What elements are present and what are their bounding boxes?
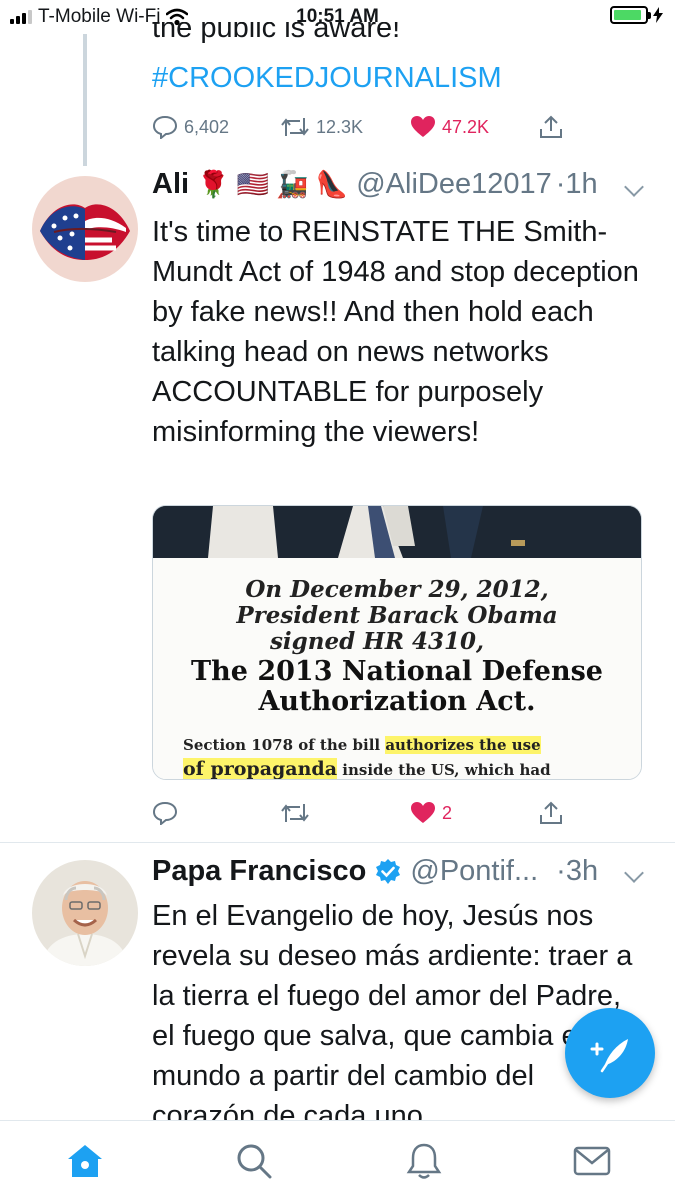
media-line-2: President Barack Obama: [236, 602, 558, 629]
avatar[interactable]: [32, 860, 138, 966]
like-button[interactable]: 2: [410, 796, 452, 830]
tab-home[interactable]: [65, 1141, 105, 1181]
media-line-4: The 2013 National Defense: [191, 656, 603, 687]
media-line-5: Authorization Act.: [258, 686, 536, 717]
reply-button[interactable]: 6,402: [152, 110, 229, 144]
tab-search[interactable]: [234, 1141, 274, 1181]
heart-filled-icon: [411, 116, 435, 137]
chevron-down-icon[interactable]: [624, 177, 644, 197]
media-section-line-1: Section 1078 of the bill authorizes the …: [183, 736, 541, 754]
chevron-down-icon[interactable]: [624, 863, 644, 883]
user-handle[interactable]: @Pontif...: [410, 855, 538, 888]
like-button[interactable]: 47.2K: [410, 110, 489, 144]
reply-icon: [152, 115, 178, 139]
tweet-1-actions: 6,402 12.3K 47.2K: [152, 110, 572, 144]
reply-icon: [152, 801, 178, 825]
media-section-post: inside the US, which had: [337, 761, 551, 779]
bottom-tab-bar: [0, 1120, 675, 1200]
reply-button[interactable]: [152, 796, 178, 830]
like-count: 2: [442, 802, 453, 823]
user-handle[interactable]: @AliDee12017: [356, 168, 552, 201]
retweet-button[interactable]: [280, 796, 310, 830]
notifications-icon: [406, 1143, 442, 1179]
media-photo-strip: [153, 506, 641, 558]
verified-badge-icon: [376, 858, 401, 884]
tweet-3-text: En el Evangelio de hoy, Jesús nos revela…: [152, 900, 633, 1120]
like-count: 47.2K: [442, 116, 490, 137]
avatar-flag-lips-image: [32, 176, 138, 282]
name-emoji: 🌹 🇺🇸 🚂 👠: [197, 169, 349, 199]
tweet-2-actions: 2: [152, 796, 572, 830]
reply-count: 6,402: [184, 116, 230, 137]
media-section-highlight-1: authorizes the use: [385, 736, 541, 754]
messages-icon: [573, 1146, 611, 1176]
heart-filled-icon: [411, 802, 435, 823]
tweet-3-header: Papa Francisco @Pontif... ·3h: [152, 855, 598, 888]
charging-bolt-icon: [653, 7, 663, 23]
avatar-portrait-image: [32, 860, 138, 966]
compose-tweet-button[interactable]: [565, 1008, 655, 1098]
display-name[interactable]: Ali: [152, 168, 189, 201]
avatar[interactable]: [32, 176, 138, 282]
media-section-highlight-2: of propaganda: [183, 758, 338, 780]
tweet-1-text-end: the public is aware!: [152, 22, 401, 44]
tweet-divider: [0, 842, 675, 843]
tweet-timestamp: ·1h: [555, 168, 598, 200]
media-section-line-2: of propaganda inside the US, which had: [183, 758, 551, 780]
share-icon: [540, 801, 562, 824]
retweet-count: 12.3K: [316, 116, 364, 137]
retweet-icon: [281, 804, 309, 822]
tweet-2-text: It's time to REINSTATE THE Smith-Mundt A…: [152, 216, 639, 448]
media-line-3: signed HR 4310,: [269, 628, 485, 655]
search-icon: [237, 1144, 272, 1179]
hashtag-link[interactable]: #CROOKEDJOURNALISM: [152, 58, 502, 98]
tweet-timestamp: ·3h: [556, 855, 599, 887]
tweet-1-text-fragment: the public is aware!: [152, 22, 652, 48]
thread-connector-line: [83, 34, 87, 166]
tweet-media-image[interactable]: On December 29, 2012, President Barack O…: [152, 505, 642, 780]
tweet-3-text-clip: En el Evangelio de hoy, Jesús nos revela…: [152, 896, 644, 1120]
retweet-button[interactable]: 12.3K: [280, 110, 363, 144]
tab-messages[interactable]: [572, 1141, 612, 1181]
tweet-2-header: Ali 🌹 🇺🇸 🚂 👠 @AliDee12017 ·1h: [152, 168, 598, 201]
media-line-1: On December 29, 2012,: [245, 576, 549, 603]
retweet-icon: [281, 118, 309, 136]
compose-tweet-icon: [590, 1039, 628, 1073]
share-button[interactable]: [538, 796, 564, 830]
media-section-pre: Section 1078 of the bill: [183, 736, 386, 754]
share-icon: [540, 115, 562, 138]
share-button[interactable]: [538, 110, 564, 144]
home-icon: [68, 1145, 102, 1177]
display-name[interactable]: Papa Francisco: [152, 855, 366, 888]
tab-notifications[interactable]: [404, 1141, 444, 1181]
media-document-body: On December 29, 2012, President Barack O…: [153, 558, 641, 780]
